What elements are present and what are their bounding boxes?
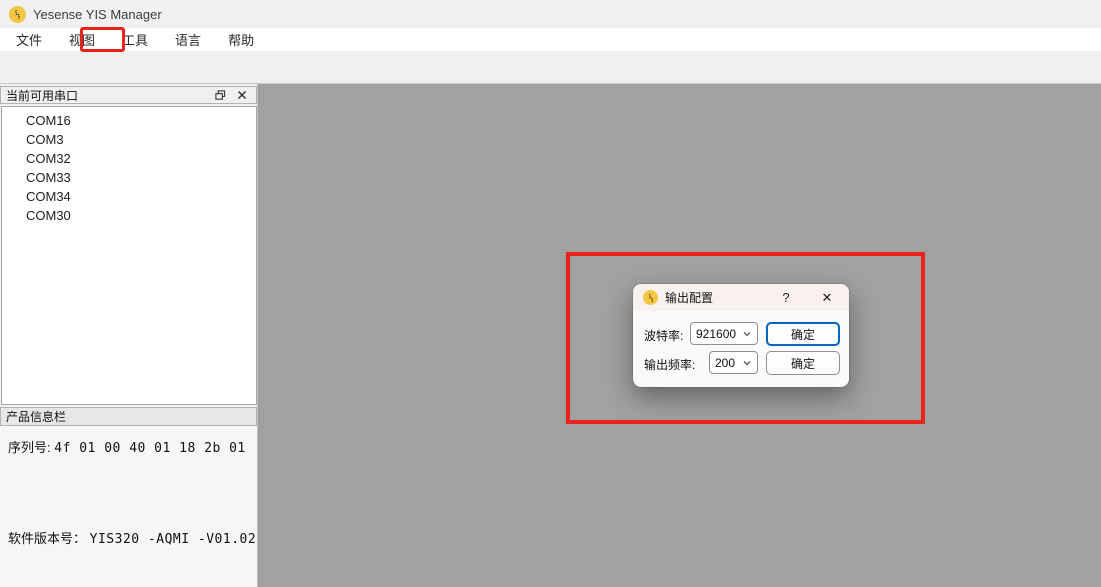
dialog-help-button[interactable]: ?: [773, 284, 799, 311]
port-list-item[interactable]: COM34: [2, 187, 256, 206]
title-bar: Yesense YIS Manager: [0, 0, 1101, 28]
window-title: Yesense YIS Manager: [33, 7, 162, 22]
available-ports-panel-header: 当前可用串口: [0, 86, 257, 104]
software-version-label: 软件版本号：: [8, 531, 86, 546]
left-dock-column: 当前可用串口 COM16 COM3 COM32 COM33 COM34 COM3…: [0, 84, 258, 587]
output-config-dialog: 输出配置 ? ✕ 波特率: 921600 确定 输出频率: 200 确定: [633, 284, 849, 387]
dialog-freq-value: 200: [715, 356, 735, 370]
dialog-logo-icon: [643, 290, 658, 305]
dialog-baud-value: 921600: [696, 327, 736, 341]
close-icon[interactable]: [234, 88, 250, 102]
dialog-close-icon[interactable]: ✕: [811, 284, 843, 311]
float-panel-icon[interactable]: [212, 88, 228, 102]
menu-item-language[interactable]: 语言: [169, 28, 207, 51]
dialog-freq-ok-button[interactable]: 确定: [766, 351, 840, 375]
menu-item-file[interactable]: 文件: [10, 28, 48, 51]
available-ports-list: COM16 COM3 COM32 COM33 COM34 COM30: [1, 106, 257, 405]
menu-bar: 文件 视图 工具 语言 帮助: [0, 28, 1101, 52]
port-list-item[interactable]: COM30: [2, 206, 256, 225]
menu-item-tools[interactable]: 工具: [116, 28, 154, 51]
port-list-item[interactable]: COM16: [2, 111, 256, 130]
dialog-freq-label: 输出频率:: [644, 356, 695, 373]
available-ports-title: 当前可用串口: [6, 87, 212, 104]
product-info-title: 产品信息栏: [6, 408, 66, 425]
chevron-down-icon: [742, 358, 752, 368]
chevron-down-icon: [742, 329, 752, 339]
dialog-baud-ok-button[interactable]: 确定: [766, 322, 840, 346]
port-list-item[interactable]: COM32: [2, 149, 256, 168]
port-list-item[interactable]: COM3: [2, 130, 256, 149]
menu-item-view[interactable]: 视图: [63, 28, 101, 51]
yesense-yis-manager-window: Yesense YIS Manager 文件 视图 工具 语言 帮助: [0, 0, 1101, 587]
app-logo-icon: [9, 6, 26, 23]
toolbar: UTC COM16: [0, 52, 1101, 84]
dialog-baud-label: 波特率:: [644, 327, 683, 344]
dialog-freq-select[interactable]: 200: [709, 351, 758, 374]
serial-number-row: 序列号: 4f 01 00 40 01 18 2b 01: [8, 437, 246, 456]
serial-number-label: 序列号:: [8, 440, 51, 455]
software-version-row: 软件版本号： YIS320 -AQMI -V01.02.03;: [8, 528, 289, 547]
product-info-panel-header: 产品信息栏: [0, 407, 257, 426]
dialog-baud-select[interactable]: 921600: [690, 322, 758, 345]
menu-item-help[interactable]: 帮助: [222, 28, 260, 51]
port-list-item[interactable]: COM33: [2, 168, 256, 187]
product-info-body: 序列号: 4f 01 00 40 01 18 2b 01 软件版本号： YIS3…: [0, 426, 257, 587]
serial-number-value: 4f 01 00 40 01 18 2b 01: [54, 441, 246, 456]
